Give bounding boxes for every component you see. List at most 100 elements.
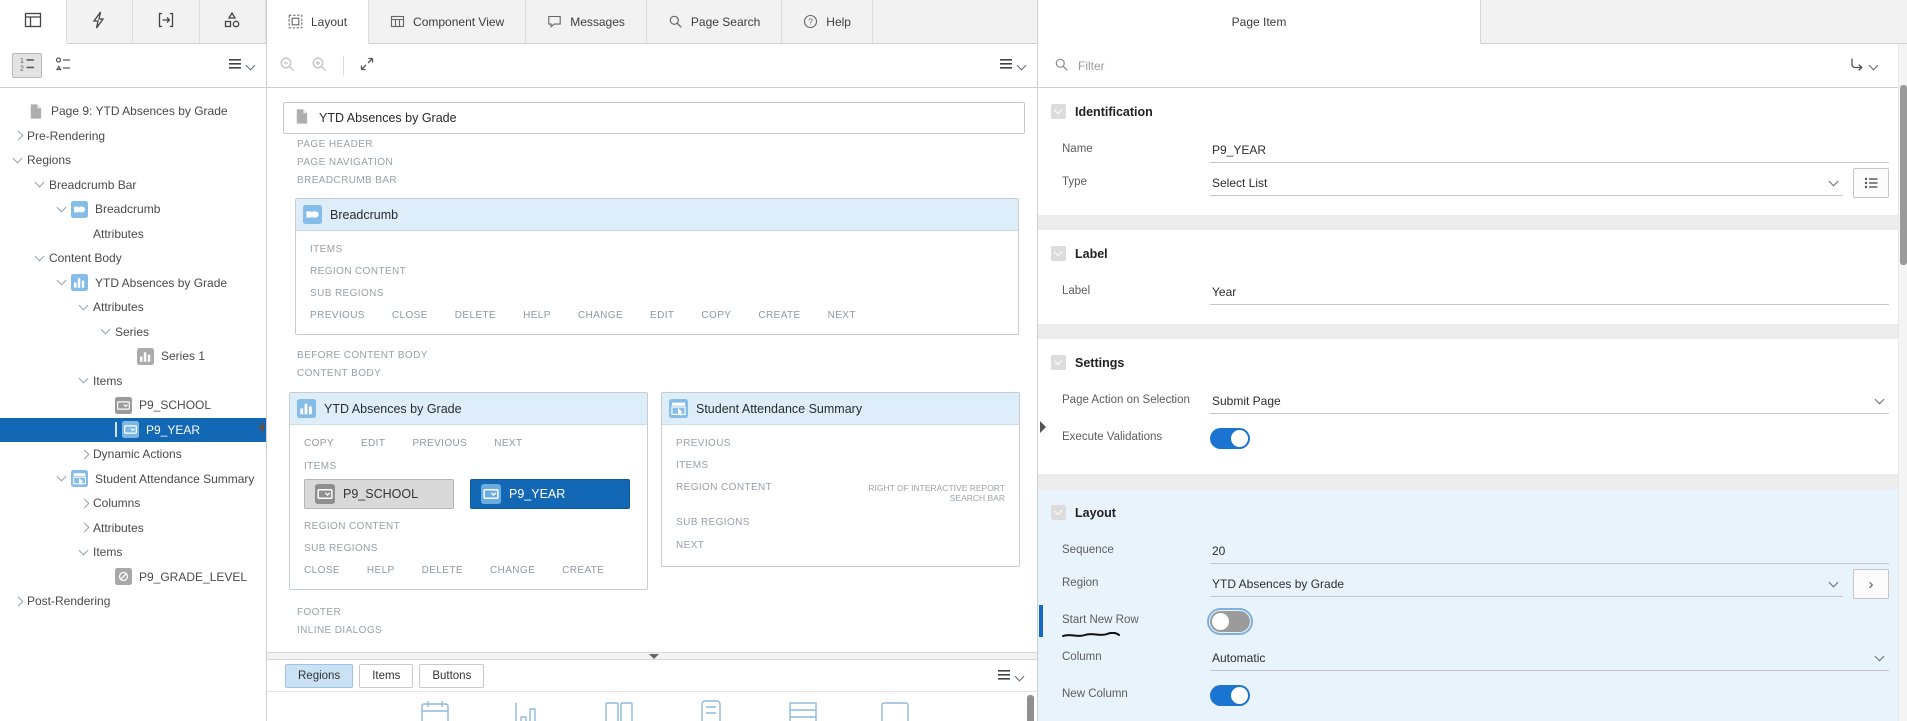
region-action[interactable]: CLOSE: [392, 310, 428, 321]
collapse-right-panel-handle[interactable]: [1040, 421, 1046, 433]
tab-layout[interactable]: Layout: [267, 0, 369, 44]
list-region-icon[interactable]: [696, 699, 726, 721]
filter-input[interactable]: [1078, 59, 1840, 73]
section-header[interactable]: Layout: [1038, 505, 1907, 536]
chevron-down-icon[interactable]: [76, 299, 93, 316]
section-header[interactable]: Settings: [1038, 355, 1907, 386]
chevron-down-icon[interactable]: [10, 152, 27, 169]
layout-menu-button[interactable]: [1000, 58, 1025, 73]
section-header[interactable]: Identification: [1038, 104, 1907, 135]
chevron-down-icon[interactable]: [54, 470, 71, 487]
execute-validations-toggle[interactable]: [1210, 428, 1250, 449]
region-action[interactable]: CHANGE: [578, 310, 623, 321]
tree-node[interactable]: P9_SCHOOL: [0, 393, 266, 418]
gallery-scrollbar-thumb[interactable]: [1027, 695, 1034, 721]
attendance-summary-region[interactable]: Student Attendance Summary PREVIOUS ITEM…: [661, 392, 1020, 567]
gallery-tab-items[interactable]: Items: [359, 664, 413, 688]
chevron-down-icon[interactable]: [76, 544, 93, 561]
gallery-splitter[interactable]: [267, 652, 1037, 660]
tree-node[interactable]: Attributes: [0, 516, 266, 541]
group-by-type-button[interactable]: [48, 53, 78, 78]
gallery-menu-button[interactable]: [998, 669, 1023, 684]
region-action[interactable]: CREATE: [562, 565, 604, 576]
tree-node[interactable]: Series: [0, 320, 266, 345]
collapse-section-icon[interactable]: [1051, 505, 1066, 520]
new-column-toggle[interactable]: [1210, 685, 1250, 706]
attendance-region-header[interactable]: Student Attendance Summary: [662, 393, 1019, 425]
chevron-down-icon[interactable]: [32, 176, 49, 193]
item-p9-school[interactable]: P9_SCHOOL: [304, 479, 454, 509]
region-action[interactable]: NEXT: [676, 540, 1005, 551]
tree-node[interactable]: Page 9: YTD Absences by Grade: [0, 99, 266, 124]
go-to-group-button[interactable]: [1849, 56, 1877, 75]
region-action[interactable]: CLOSE: [304, 565, 340, 576]
columns-region-icon[interactable]: [604, 699, 634, 721]
gallery-tab-buttons[interactable]: Buttons: [419, 664, 484, 688]
chevron-down-icon[interactable]: [98, 323, 115, 340]
tree-node[interactable]: Series 1: [0, 344, 266, 369]
select-control[interactable]: Select List: [1210, 170, 1843, 196]
tree-node[interactable]: Breadcrumb: [0, 197, 266, 222]
region-action[interactable]: CREATE: [758, 310, 800, 321]
region-action[interactable]: COPY: [304, 438, 334, 449]
chevron-right-icon[interactable]: [10, 127, 27, 144]
scrollbar-thumb[interactable]: [1900, 85, 1907, 265]
go-to-region-button[interactable]: ›: [1853, 569, 1889, 599]
collapse-left-panel-handle[interactable]: [258, 421, 264, 433]
tab-help[interactable]: ? Help: [782, 0, 873, 43]
region-action[interactable]: DELETE: [422, 565, 463, 576]
tree-node[interactable]: Content Body: [0, 246, 266, 271]
region-action[interactable]: PREVIOUS: [412, 438, 467, 449]
expand-button[interactable]: [359, 56, 375, 75]
tab-processing[interactable]: [133, 0, 200, 43]
ytd-absences-region[interactable]: YTD Absences by Grade COPY EDIT PREVIOUS NE…: [289, 392, 648, 590]
region-action[interactable]: DELETE: [455, 310, 496, 321]
region-action[interactable]: PREVIOUS: [676, 438, 1005, 449]
region-action[interactable]: NEXT: [494, 438, 522, 449]
zoom-out-button[interactable]: [279, 56, 296, 76]
tab-rendering[interactable]: [0, 0, 67, 44]
chevron-down-icon[interactable]: [54, 274, 71, 291]
gallery-tab-regions[interactable]: Regions: [285, 664, 353, 688]
tab-shared-components[interactable]: [200, 0, 267, 43]
order-by-sequence-button[interactable]: 12: [12, 53, 42, 78]
section-header[interactable]: Label: [1038, 246, 1907, 277]
chevron-down-icon[interactable]: [54, 201, 71, 218]
region-action[interactable]: COPY: [701, 310, 731, 321]
tab-messages[interactable]: Messages: [526, 0, 647, 43]
chevron-down-icon[interactable]: [32, 250, 49, 267]
tree-node[interactable]: Post-Rendering: [0, 589, 266, 614]
tab-page-item[interactable]: Page Item: [1038, 0, 1481, 44]
tree-node[interactable]: Attributes: [0, 222, 266, 247]
region-action[interactable]: EDIT: [650, 310, 674, 321]
tree-node[interactable]: Breadcrumb Bar: [0, 173, 266, 198]
chevron-down-icon[interactable]: [76, 372, 93, 389]
report-region-icon[interactable]: [788, 699, 818, 721]
tree-node[interactable]: YTD Absences by Grade: [0, 271, 266, 296]
collapse-section-icon[interactable]: [1051, 355, 1066, 370]
collapse-section-icon[interactable]: [1051, 246, 1066, 261]
collapse-section-icon[interactable]: [1051, 104, 1066, 119]
open-list-of-values-button[interactable]: [1853, 168, 1889, 198]
tree-node[interactable]: Columns: [0, 491, 266, 516]
tab-page-search[interactable]: Page Search: [647, 0, 782, 43]
tree-node[interactable]: Student Attendance Summary: [0, 467, 266, 492]
region-action[interactable]: EDIT: [361, 438, 385, 449]
calendar-region-icon[interactable]: [420, 699, 450, 721]
tree-node[interactable]: Dynamic Actions: [0, 442, 266, 467]
region-action[interactable]: CHANGE: [490, 565, 535, 576]
breadcrumb-region-header[interactable]: Breadcrumb: [296, 199, 1018, 231]
ytd-region-header[interactable]: YTD Absences by Grade: [290, 393, 647, 425]
zoom-in-button[interactable]: [311, 56, 328, 76]
start-new-row-toggle[interactable]: [1210, 611, 1250, 632]
region-action[interactable]: PREVIOUS: [310, 310, 365, 321]
tree-node[interactable]: Pre-Rendering: [0, 124, 266, 149]
tree-menu-button[interactable]: [229, 58, 254, 73]
chevron-right-icon[interactable]: [76, 519, 93, 536]
tree-node[interactable]: Items: [0, 540, 266, 565]
select-control[interactable]: Automatic: [1210, 645, 1889, 671]
tree-node[interactable]: Attributes: [0, 295, 266, 320]
chevron-right-icon[interactable]: [76, 495, 93, 512]
static-region-icon[interactable]: [880, 699, 910, 721]
region-action[interactable]: NEXT: [828, 310, 856, 321]
